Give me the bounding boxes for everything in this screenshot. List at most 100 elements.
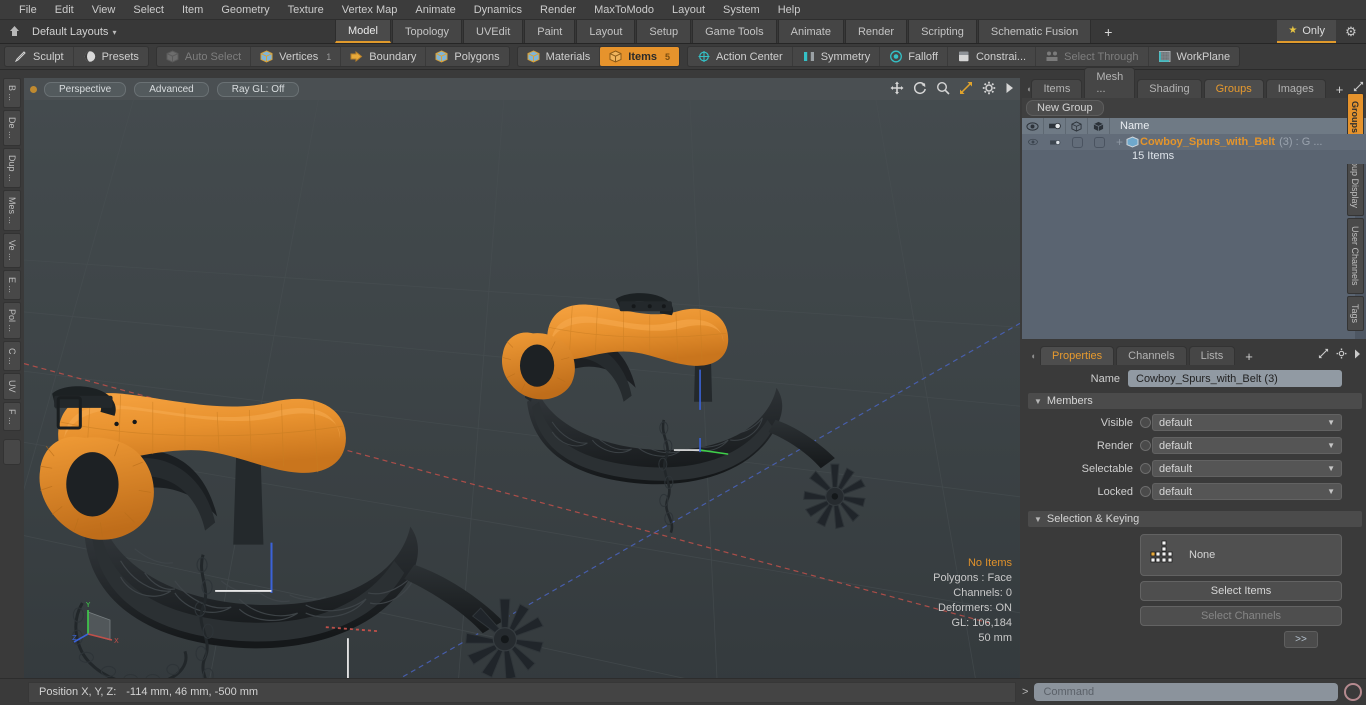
menu-item-help[interactable]: Help (769, 0, 810, 20)
viewport-shading-button[interactable]: Advanced (134, 81, 209, 97)
items-button[interactable]: Items 5 (600, 47, 680, 66)
row-eye-icon[interactable] (1022, 134, 1044, 150)
tab-groups[interactable]: Groups (1203, 79, 1264, 98)
left-tab-basic[interactable]: B ... (3, 78, 21, 109)
play-arrow-icon[interactable] (1354, 349, 1361, 362)
tab-shading[interactable]: Shading (1137, 79, 1202, 98)
tab-channels[interactable]: Channels (1116, 346, 1187, 365)
expand-icon[interactable] (1318, 348, 1329, 362)
tab-uvedit[interactable]: UVEdit (463, 20, 524, 43)
tab-render[interactable]: Render (844, 20, 908, 43)
locked-dropdown[interactable]: default ▼ (1152, 483, 1342, 500)
action-center-button[interactable]: Action Center (688, 47, 793, 66)
visible-toggle[interactable] (1140, 417, 1151, 428)
properties-lock-icon[interactable]: ◖ (1026, 351, 1040, 365)
constraint-button[interactable]: Constrai... (948, 47, 1037, 66)
record-icon[interactable] (1344, 683, 1362, 701)
cube-solid-icon[interactable] (1088, 118, 1110, 134)
auto-select-button[interactable]: Auto Select (157, 47, 252, 66)
tab-topology[interactable]: Topology (391, 20, 463, 43)
tab-setup[interactable]: Setup (636, 20, 692, 43)
expand-row-button[interactable]: + (1116, 135, 1123, 149)
menu-item-item[interactable]: Item (173, 0, 212, 20)
render-dropdown[interactable]: default ▼ (1152, 437, 1342, 454)
tab-lists[interactable]: Lists (1188, 346, 1236, 365)
symmetry-button[interactable]: Symmetry (793, 47, 881, 66)
menu-item-file[interactable]: File (10, 0, 46, 20)
menu-item-texture[interactable]: Texture (279, 0, 333, 20)
gear-icon[interactable] (982, 81, 996, 98)
left-tab-deform[interactable]: De ... (3, 110, 21, 146)
visible-dropdown[interactable]: default ▼ (1152, 414, 1342, 431)
left-tab-polygon[interactable]: Pol ... (3, 301, 21, 339)
left-tab-curve[interactable]: C ... (3, 340, 21, 372)
move-icon[interactable] (890, 81, 904, 98)
gear-icon[interactable] (1336, 348, 1347, 362)
boundary-button[interactable]: Boundary (341, 47, 427, 66)
cube-outline-icon[interactable] (1066, 118, 1088, 134)
menu-item-vertex-map[interactable]: Vertex Map (333, 0, 407, 20)
materials-button[interactable]: Materials (518, 47, 601, 66)
menu-item-system[interactable]: System (714, 0, 769, 20)
menu-item-layout[interactable]: Layout (663, 0, 714, 20)
left-tab-vertex[interactable]: Ve ... (3, 233, 21, 268)
selectable-dropdown[interactable]: default ▼ (1152, 460, 1342, 477)
only-toggle-button[interactable]: ★ Only (1277, 20, 1336, 43)
left-tab-mesh-edit[interactable]: Mes ... (3, 190, 21, 232)
polygons-button[interactable]: Polygons (426, 47, 508, 66)
menu-item-dynamics[interactable]: Dynamics (465, 0, 531, 20)
left-tab-extra[interactable] (3, 439, 21, 466)
left-tab-edge[interactable]: E ... (3, 269, 21, 300)
menu-item-geometry[interactable]: Geometry (212, 0, 278, 20)
eye-icon[interactable] (1022, 118, 1044, 134)
menu-item-view[interactable]: View (83, 0, 125, 20)
tab-layout[interactable]: Layout (576, 20, 636, 43)
menu-item-animate[interactable]: Animate (406, 0, 464, 20)
rotate-icon[interactable] (913, 81, 927, 98)
expand-icon[interactable] (959, 81, 973, 98)
locked-toggle[interactable] (1140, 486, 1151, 497)
tab-mesh[interactable]: Mesh ... (1084, 67, 1136, 98)
tab-schematic-fusion[interactable]: Schematic Fusion (977, 20, 1092, 43)
forward-button[interactable]: >> (1284, 631, 1318, 648)
left-tab-duplicate[interactable]: Dup ... (3, 147, 21, 189)
command-input[interactable]: Command (1034, 683, 1338, 701)
home-icon[interactable] (6, 24, 22, 40)
selectable-toggle[interactable] (1140, 463, 1151, 474)
viewport-dot[interactable] (30, 85, 37, 93)
members-section-header[interactable]: ▼ Members (1028, 393, 1362, 409)
tab-items[interactable]: Items (1031, 79, 1083, 98)
workplane-button[interactable]: WorkPlane (1149, 47, 1240, 66)
select-items-button[interactable]: Select Items (1140, 581, 1342, 601)
gear-icon[interactable]: ⚙ (1336, 20, 1366, 43)
menu-item-render[interactable]: Render (531, 0, 585, 20)
add-properties-tab-button[interactable]: + (1237, 348, 1261, 365)
tab-animate[interactable]: Animate (777, 20, 844, 43)
viewport-3d[interactable]: No Items Polygons : Face Channels: 0 Def… (24, 100, 1020, 678)
viewport-raygl-button[interactable]: Ray GL: Off (216, 81, 300, 97)
tab-images[interactable]: Images (1265, 79, 1326, 98)
left-tab-uv[interactable]: UV (3, 373, 21, 400)
falloff-button[interactable]: Falloff (880, 47, 948, 66)
selection-keying-section-header[interactable]: ▼ Selection & Keying (1028, 511, 1362, 527)
table-row[interactable]: + Cowboy_Spurs_with_Belt (3) : G ... (1022, 134, 1366, 150)
tab-scripting[interactable]: Scripting (908, 20, 977, 43)
new-group-button[interactable]: New Group (1026, 100, 1104, 116)
add-tab-button[interactable]: + (1092, 20, 1124, 43)
name-input[interactable]: Cowboy_Spurs_with_Belt (3) (1128, 370, 1342, 387)
row-cube-solid-toggle[interactable] (1088, 134, 1110, 150)
sculpt-button[interactable]: Sculpt (5, 47, 74, 66)
viewport-projection-button[interactable]: Perspective (44, 81, 127, 97)
render-toggle[interactable] (1140, 440, 1151, 451)
layout-selector[interactable]: Default Layouts ▾ (32, 26, 116, 38)
row-cube-outline-toggle[interactable] (1066, 134, 1088, 150)
presets-button[interactable]: Presets (74, 47, 148, 66)
group-list-body[interactable]: + Cowboy_Spurs_with_Belt (3) : G ... 15 … (1022, 134, 1366, 339)
tab-properties[interactable]: Properties (1040, 346, 1115, 365)
left-tab-fusion[interactable]: F ... (3, 401, 21, 432)
menu-item-select[interactable]: Select (124, 0, 173, 20)
select-channels-button[interactable]: Select Channels (1140, 606, 1342, 626)
render-icon[interactable] (1044, 118, 1066, 134)
zoom-icon[interactable] (936, 81, 950, 98)
tab-model[interactable]: Model (335, 20, 391, 43)
